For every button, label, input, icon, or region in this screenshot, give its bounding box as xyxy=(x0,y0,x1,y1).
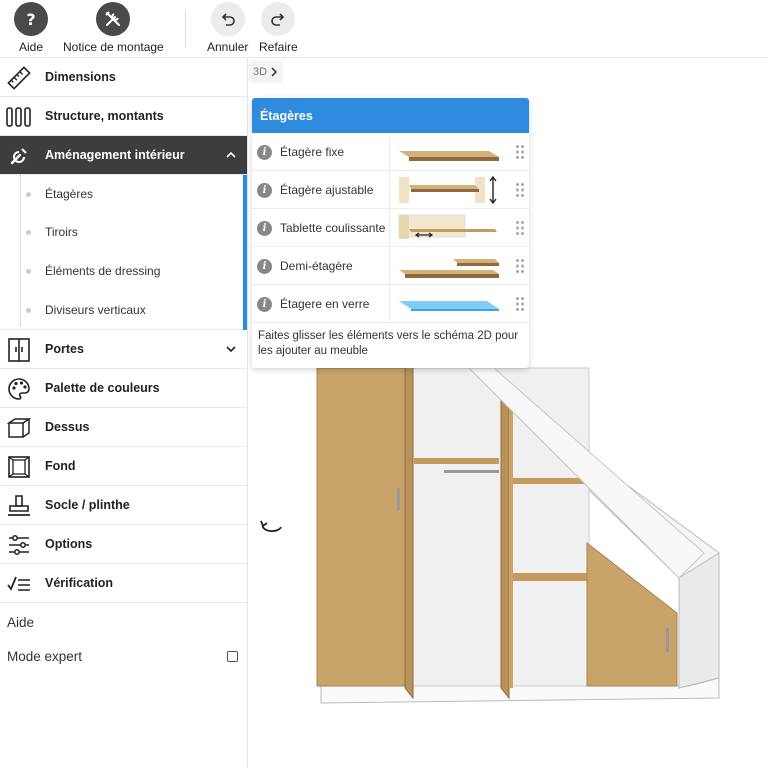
sidebar-item-label: Palette de couleurs xyxy=(45,381,160,395)
toolbar-divider xyxy=(185,10,186,48)
sliders-icon xyxy=(6,533,32,557)
checklist-icon xyxy=(6,572,32,596)
shelf-item-label: Demi-étagère xyxy=(280,259,353,273)
sidebar-item-label: Portes xyxy=(45,342,84,356)
sidebar-item-label: Options xyxy=(45,537,93,551)
sidebar-item-options[interactable]: Options xyxy=(0,525,247,564)
expert-mode-row: Mode expert xyxy=(0,639,247,673)
submenu-item-dividers[interactable]: Diviseurs verticaux xyxy=(26,291,146,329)
row-divider xyxy=(389,209,390,247)
info-icon[interactable]: i xyxy=(257,183,272,198)
question-icon: ? xyxy=(14,2,48,36)
sidebar-item-label: Aménagement intérieur xyxy=(45,148,185,162)
sidebar-item-verification[interactable]: Vérification xyxy=(0,564,247,603)
sidebar-item-label: Dimensions xyxy=(45,70,116,84)
assembly-manual-label: Notice de montage xyxy=(63,40,164,54)
shelf-item-label: Étagère ajustable xyxy=(280,183,374,197)
sidebar-item-back[interactable]: Fond xyxy=(0,447,247,486)
top-toolbar: ? Aide Notice de montage Annuler Refaire xyxy=(0,0,768,58)
submenu-item-shelves[interactable]: Étagères xyxy=(26,175,93,213)
shelf-item-half[interactable]: i Demi-étagère xyxy=(252,247,529,285)
shelf-item-glass[interactable]: i Étagere en verre xyxy=(252,285,529,323)
doors-icon xyxy=(6,338,32,362)
wardrobe-3d-model[interactable] xyxy=(309,358,729,708)
sidebar-item-palette[interactable]: Palette de couleurs xyxy=(0,369,247,408)
row-divider xyxy=(389,285,390,323)
glass-shelf-thumbnail xyxy=(399,301,499,311)
shelf-item-sliding[interactable]: i Tablette coulissante xyxy=(252,209,529,247)
panel-hint-text: Faites glisser les éléments vers le sché… xyxy=(258,330,519,357)
bullet-icon xyxy=(26,268,31,274)
half-shelf-thumbnail xyxy=(399,259,499,278)
bullet-icon xyxy=(26,191,31,197)
chevron-right-icon xyxy=(271,67,278,77)
help-button[interactable]: ? Aide xyxy=(14,2,48,54)
info-icon[interactable]: i xyxy=(257,297,272,312)
panel-title: Étagères xyxy=(252,98,529,133)
bullet-icon xyxy=(26,307,31,313)
sidebar-item-top[interactable]: Dessus xyxy=(0,408,247,447)
row-divider xyxy=(389,133,390,171)
view-mode-breadcrumb[interactable]: 3D xyxy=(249,61,284,83)
sidebar-item-doors[interactable]: Portes xyxy=(0,330,247,369)
fixed-shelf-thumbnail xyxy=(399,151,499,161)
shelf-item-label: Étagère fixe xyxy=(280,145,345,159)
shelf-item-adjustable[interactable]: i Étagère ajustable xyxy=(252,171,529,209)
drag-handle-icon[interactable] xyxy=(515,296,525,312)
expert-mode-checkbox[interactable] xyxy=(227,650,238,662)
undo-button[interactable]: Annuler xyxy=(207,2,248,54)
sidebar-help-link[interactable]: Aide xyxy=(0,605,247,639)
shelf-item-fixed[interactable]: i Étagère fixe xyxy=(252,133,529,171)
palette-icon xyxy=(6,377,32,401)
sidebar-item-structure[interactable]: Structure, montants xyxy=(0,97,247,136)
ruler-icon xyxy=(6,66,32,90)
sliding-shelf-thumbnail xyxy=(398,214,497,239)
help-button-label: Aide xyxy=(18,40,44,54)
sidebar: Dimensions Structure, montants Aménageme… xyxy=(0,58,248,768)
sidebar-item-label: Dessus xyxy=(45,420,90,434)
redo-label: Refaire xyxy=(259,40,298,54)
row-divider xyxy=(389,247,390,285)
shelf-item-label: Étagere en verre xyxy=(280,297,370,311)
info-icon[interactable]: i xyxy=(257,259,272,274)
undo-label: Annuler xyxy=(207,40,249,54)
assembly-manual-button[interactable]: Notice de montage xyxy=(63,2,164,54)
drag-handle-icon[interactable] xyxy=(515,258,525,274)
uprights-icon xyxy=(6,105,32,129)
sidebar-item-label: Structure, montants xyxy=(45,109,164,123)
drag-handle-icon[interactable] xyxy=(515,182,525,198)
submenu-item-dressing[interactable]: Éléments de dressing xyxy=(26,252,160,290)
base-icon xyxy=(6,494,32,518)
rotate-view-icon[interactable] xyxy=(259,516,285,536)
drag-handle-icon[interactable] xyxy=(515,144,525,160)
shelves-panel: Étagères i Étagère fixe i Étagère ajusta… xyxy=(252,98,529,368)
wrench-icon xyxy=(6,144,32,168)
submenu-tree-line xyxy=(20,175,21,325)
sidebar-item-label: Fond xyxy=(45,459,76,473)
sidebar-item-dimensions[interactable]: Dimensions xyxy=(0,58,247,97)
info-icon[interactable]: i xyxy=(257,221,272,236)
back-panel-icon xyxy=(6,455,32,479)
expert-mode-label: Mode expert xyxy=(7,648,83,664)
bullet-icon xyxy=(26,229,31,235)
interior-submenu: Étagères Tiroirs Éléments de dressing Di… xyxy=(0,175,247,330)
top-icon xyxy=(6,416,32,440)
info-icon[interactable]: i xyxy=(257,145,272,160)
row-divider xyxy=(389,171,390,209)
sidebar-item-base[interactable]: Socle / plinthe xyxy=(0,486,247,525)
sidebar-item-interior[interactable]: Aménagement intérieur xyxy=(0,136,247,175)
sidebar-item-label: Socle / plinthe xyxy=(45,498,130,512)
shelf-item-label: Tablette coulissante xyxy=(280,221,386,235)
drag-handle-icon[interactable] xyxy=(515,220,525,236)
sidebar-item-label: Vérification xyxy=(45,576,114,590)
chevron-down-icon xyxy=(226,346,236,353)
adjustable-shelf-thumbnail xyxy=(399,175,497,205)
chevron-up-icon xyxy=(226,151,236,158)
tools-icon xyxy=(96,2,131,36)
submenu-active-bar xyxy=(243,175,247,330)
submenu-item-drawers[interactable]: Tiroirs xyxy=(26,213,78,251)
redo-button[interactable]: Refaire xyxy=(259,2,298,54)
undo-icon xyxy=(210,2,245,36)
redo-icon xyxy=(261,2,296,36)
